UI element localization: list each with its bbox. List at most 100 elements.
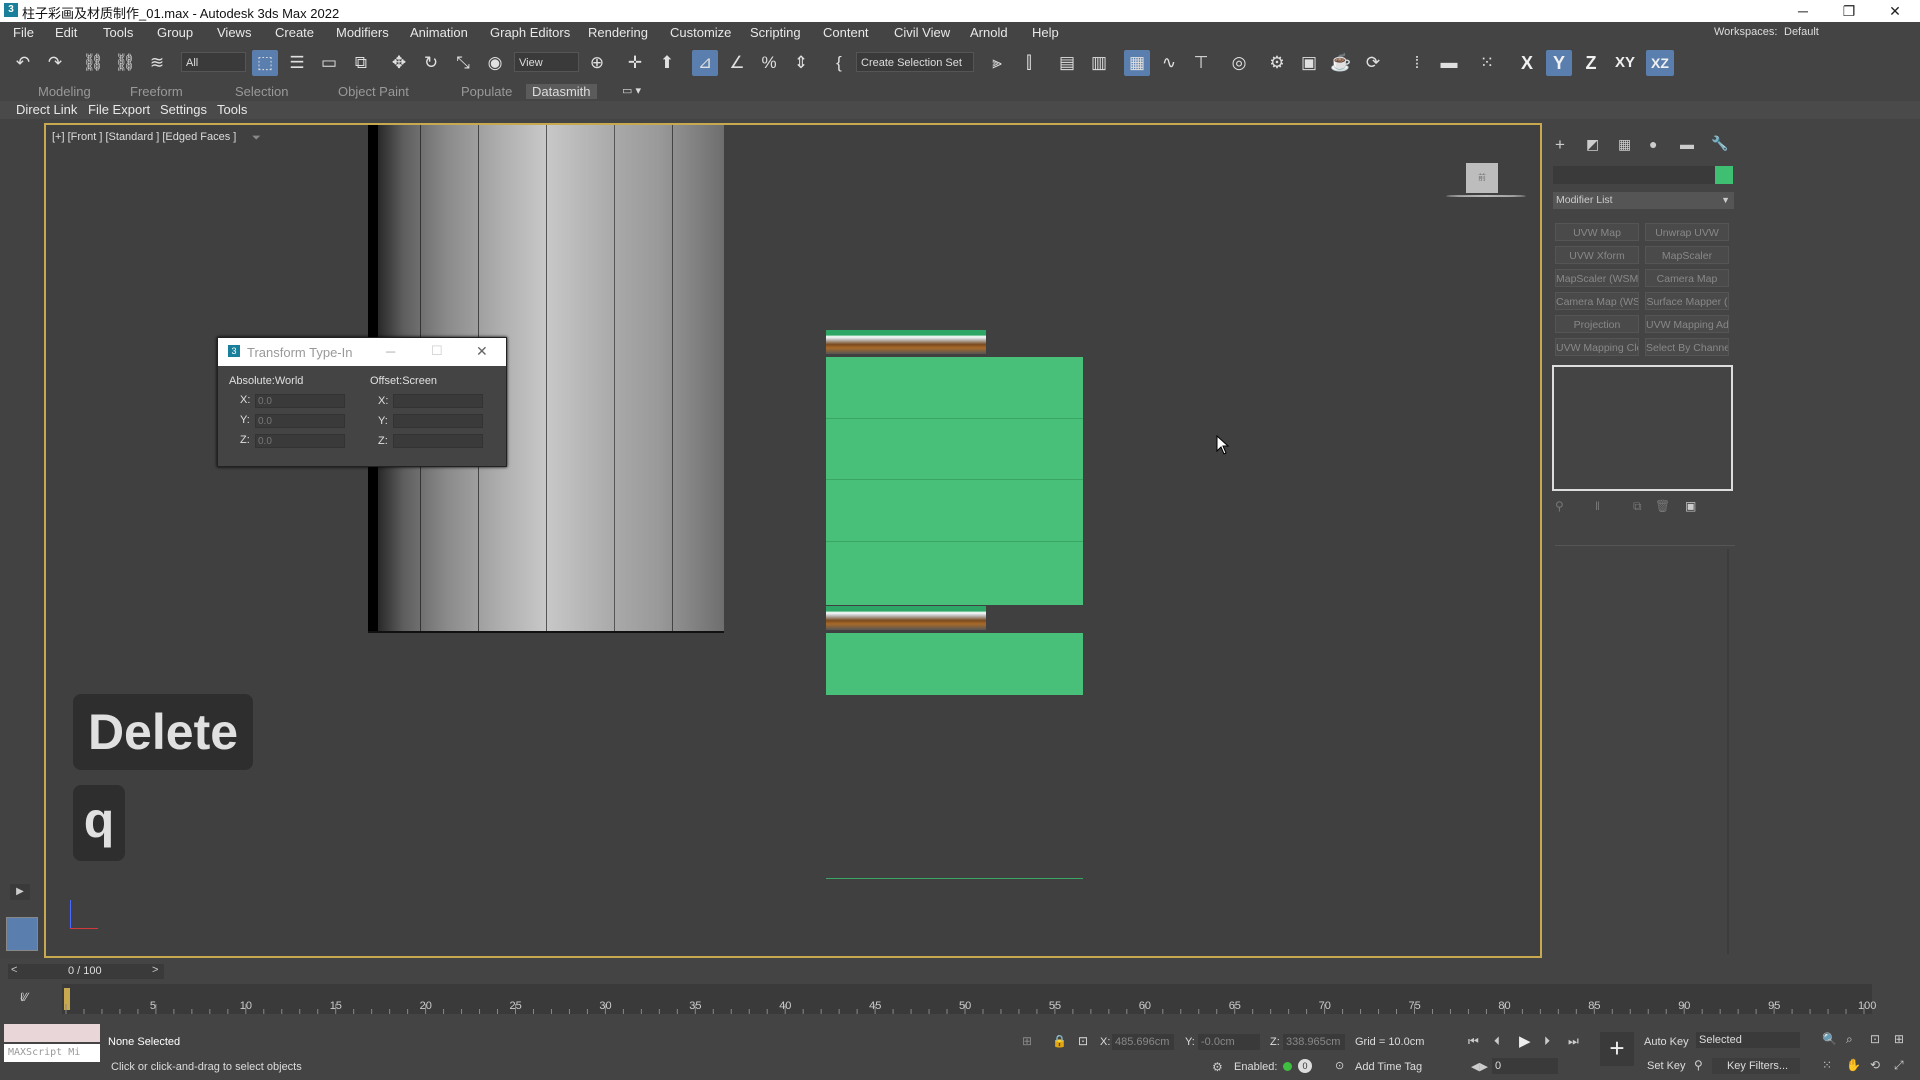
display-tab-icon[interactable]: ▬ — [1680, 136, 1694, 152]
tab-populate[interactable]: Populate — [461, 84, 512, 99]
time-tag-icon[interactable]: ⊙ — [1335, 1059, 1344, 1072]
selection-filter-dropdown[interactable]: All — [181, 52, 246, 72]
mini-curve-editor-icon[interactable]: ℓ∕∕ — [20, 990, 28, 1004]
percent-snap-icon[interactable]: % — [756, 50, 782, 76]
direct-link-button[interactable]: Direct Link — [16, 102, 77, 117]
curve-editor-icon[interactable]: ∿ — [1156, 50, 1182, 76]
beam-band-top[interactable] — [826, 330, 986, 354]
rect-selection-icon[interactable]: ▭ — [316, 50, 342, 76]
zoom-all-icon[interactable]: ⌕ — [1846, 1032, 1853, 1047]
motion-tab-icon[interactable]: ● — [1649, 136, 1657, 152]
menu-file[interactable]: File — [13, 25, 34, 40]
absolute-mode-icon[interactable]: ⊡ — [1078, 1034, 1088, 1048]
orbit-icon[interactable]: ⟲ — [1870, 1058, 1880, 1072]
panel-scrollbar[interactable] — [1727, 549, 1729, 954]
goto-start-icon[interactable]: ⏮ — [1468, 1034, 1479, 1049]
menu-edit[interactable]: Edit — [55, 25, 77, 40]
previous-frame-icon[interactable]: ⏴ — [1494, 1034, 1500, 1049]
off-z-field[interactable] — [393, 434, 483, 448]
key-filters-button[interactable]: Key Filters... — [1712, 1058, 1800, 1074]
axis-z-button[interactable]: Z — [1578, 50, 1604, 76]
menu-scripting[interactable]: Scripting — [750, 25, 801, 40]
filter-icon[interactable]: ⏷ — [252, 132, 262, 144]
rotate-icon[interactable]: ↻ — [418, 50, 444, 76]
field-of-view-icon[interactable]: ⁙ — [1822, 1058, 1832, 1072]
tab-object-paint[interactable]: Object Paint — [338, 84, 409, 99]
menu-help[interactable]: Help — [1032, 25, 1059, 40]
dialog-title-bar[interactable]: 3 Transform Type-In ─ ☐ ✕ — [218, 338, 506, 366]
mapscaler-wsm-button[interactable]: MapScaler (WSM) — [1555, 269, 1639, 287]
abs-y-field[interactable]: 0.0 — [255, 414, 345, 428]
projection-button[interactable]: Projection — [1555, 315, 1639, 333]
zoom-extents-icon[interactable]: ⊡ — [1870, 1032, 1880, 1046]
current-frame-field[interactable]: 0 — [1492, 1058, 1558, 1074]
x-coordinate-field[interactable]: 485.696cm — [1112, 1034, 1174, 1050]
modify-tab-icon[interactable]: ◩ — [1586, 136, 1599, 153]
reference-coordinate-dropdown[interactable]: View — [514, 52, 579, 72]
restore-button[interactable]: ❐ — [1826, 0, 1872, 22]
set-key-button[interactable]: Set Key — [1647, 1060, 1686, 1072]
bind-space-warp-icon[interactable]: ≋ — [144, 50, 170, 76]
spinner-snap-icon[interactable]: ⇕ — [788, 50, 814, 76]
render-activeshade-icon[interactable]: ⟳ — [1360, 50, 1386, 76]
time-slider-next[interactable]: > — [152, 964, 158, 976]
pan-icon[interactable]: ✋ — [1846, 1058, 1861, 1072]
key-mode-icon[interactable]: ⚲ — [1694, 1058, 1703, 1072]
abs-x-field[interactable]: 0.0 — [255, 394, 345, 408]
axis-y-button[interactable]: Y — [1546, 50, 1572, 76]
uvw-map-button[interactable]: UVW Map — [1555, 223, 1639, 241]
named-selection-dropdown[interactable]: Create Selection Set — [856, 52, 974, 72]
menu-arnold[interactable]: Arnold — [970, 25, 1008, 40]
time-configuration-icon[interactable]: ◀▶ — [1471, 1060, 1488, 1073]
play-icon[interactable]: ▶ — [1519, 1032, 1531, 1050]
scene-explorer-icon[interactable]: ▤ — [1054, 50, 1080, 76]
menu-tools[interactable]: Tools — [103, 25, 133, 40]
menu-customize[interactable]: Customize — [670, 25, 731, 40]
menu-create[interactable]: Create — [275, 25, 314, 40]
menu-views[interactable]: Views — [217, 25, 251, 40]
uvw-mapping-add-button[interactable]: UVW Mapping Add — [1645, 315, 1729, 333]
mirror-icon[interactable]: ⫸ — [984, 50, 1010, 76]
window-crossing-icon[interactable]: ⧉ — [348, 50, 374, 76]
settings-button[interactable]: Settings — [160, 102, 207, 117]
menu-content[interactable]: Content — [823, 25, 869, 40]
edit-named-selection-icon[interactable]: { — [826, 50, 852, 76]
move-icon[interactable]: ✥ — [386, 50, 412, 76]
selected-set-dropdown[interactable]: Selected — [1696, 1032, 1800, 1048]
maximize-viewport-icon[interactable]: ⤢ — [1894, 1058, 1904, 1073]
viewport-label[interactable]: [+] [Front ] [Standard ] [Edged Faces ] — [52, 131, 236, 143]
maxscript-mini-listener[interactable]: MAXScript Mi — [4, 1044, 100, 1062]
rendered-frame-window-icon[interactable]: ▣ — [1296, 50, 1322, 76]
configure-sets-icon[interactable]: ▣ — [1685, 499, 1696, 513]
ruler-icon[interactable]: ▬ — [1436, 50, 1462, 76]
tab-datasmith[interactable]: Datasmith — [526, 84, 597, 99]
tab-modeling[interactable]: Modeling — [38, 84, 91, 99]
menu-graph-editors[interactable]: Graph Editors — [490, 25, 570, 40]
viewport-layout-icon[interactable] — [6, 917, 38, 951]
redo-icon[interactable]: ↷ — [42, 50, 68, 76]
isolate-selection-icon[interactable]: ⊞ — [1022, 1034, 1032, 1048]
material-editor-icon[interactable]: ◎ — [1226, 50, 1252, 76]
menu-rendering[interactable]: Rendering — [588, 25, 648, 40]
front-viewport[interactable]: [+] [Front ] [Standard ] [Edged Faces ] … — [44, 123, 1542, 958]
tab-freeform[interactable]: Freeform — [130, 84, 183, 99]
menu-civil-view[interactable]: Civil View — [894, 25, 950, 40]
green-panel-upper[interactable] — [826, 357, 1083, 605]
z-coordinate-field[interactable]: 338.965cm — [1283, 1034, 1345, 1050]
menu-group[interactable]: Group — [157, 25, 193, 40]
create-tab-icon[interactable]: + — [1555, 135, 1565, 155]
off-x-field[interactable] — [393, 394, 483, 408]
pin-stack-icon[interactable]: ⚲ — [1555, 499, 1564, 513]
snap-toggle-icon[interactable]: ⊿ — [692, 50, 718, 76]
camera-map-wsm-button[interactable]: Camera Map (WSM) — [1555, 292, 1639, 310]
next-frame-icon[interactable]: ⏵ — [1544, 1034, 1550, 1049]
surface-mapper-button[interactable]: Surface Mapper ( — [1645, 292, 1729, 310]
tools-button[interactable]: Tools — [217, 102, 247, 117]
auto-key-button[interactable]: Auto Key — [1644, 1036, 1689, 1048]
maxscript-listener-pink[interactable] — [4, 1024, 100, 1042]
schematic-view-icon[interactable]: ⊤ — [1188, 50, 1214, 76]
goto-end-icon[interactable]: ⏭ — [1568, 1034, 1579, 1049]
time-slider[interactable]: < 0 / 100 > — [8, 964, 164, 979]
off-y-field[interactable] — [393, 414, 483, 428]
file-export-button[interactable]: File Export — [88, 102, 150, 117]
